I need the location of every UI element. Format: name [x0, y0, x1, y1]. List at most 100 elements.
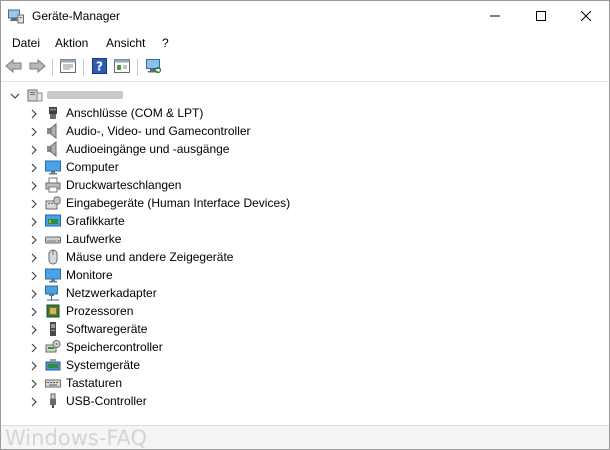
tree-item-label: Druckwarteschlangen: [66, 178, 182, 192]
tree-item-anschlüsse-com-lpt[interactable]: Anschlüsse (COM & LPT): [1, 104, 601, 122]
tree-item-computer[interactable]: Computer: [1, 158, 601, 176]
chevron-right-icon[interactable]: [29, 270, 39, 281]
window-title: Geräte-Manager: [32, 9, 121, 23]
chevron-right-icon[interactable]: [29, 234, 39, 245]
tree-item-label: Speichercontroller: [66, 340, 163, 354]
speaker-icon: [45, 140, 61, 158]
chevron-right-icon[interactable]: [29, 162, 39, 173]
chevron-right-icon[interactable]: [29, 144, 39, 155]
forward-button[interactable]: [27, 57, 47, 77]
chevron-right-icon[interactable]: [29, 342, 39, 353]
back-button[interactable]: [4, 57, 24, 77]
menu-aktion[interactable]: Aktion: [55, 36, 88, 50]
tree-item-monitore[interactable]: Monitore: [1, 266, 601, 284]
tree-root[interactable]: [1, 86, 601, 104]
update-driver-button[interactable]: [112, 57, 132, 77]
maximize-button[interactable]: [518, 1, 564, 32]
scan-hardware-icon: [144, 58, 162, 77]
tree-item-systemgeräte[interactable]: Systemgeräte: [1, 356, 601, 374]
toolbar: ?: [1, 54, 609, 82]
back-arrow-icon: [5, 58, 23, 76]
tree-item-speichercontroller[interactable]: Speichercontroller: [1, 338, 601, 356]
status-bar: Windows-FAQ: [1, 425, 609, 450]
chevron-right-icon[interactable]: [29, 360, 39, 371]
tree-item-laufwerke[interactable]: Laufwerke: [1, 230, 601, 248]
toolbar-separator: [52, 59, 53, 76]
chevron-right-icon[interactable]: [29, 216, 39, 227]
chevron-right-icon[interactable]: [29, 288, 39, 299]
tree-item-audio-video-und-gamecontroller[interactable]: Audio-, Video- und Gamecontroller: [1, 122, 601, 140]
menu-bar: Datei Aktion Ansicht ?: [1, 32, 609, 54]
processor-icon: [45, 303, 61, 319]
monitor-icon: [45, 159, 61, 175]
tree-item-label: Eingabegeräte (Human Interface Devices): [66, 196, 291, 210]
chevron-right-icon[interactable]: [29, 324, 39, 335]
tree-item-label: Anschlüsse (COM & LPT): [66, 106, 204, 120]
tree-item-eingabegeräte-human-interface-devices[interactable]: Eingabegeräte (Human Interface Devices): [1, 194, 601, 212]
title-bar[interactable]: Geräte-Manager: [1, 1, 609, 32]
tree-item-grafikkarte[interactable]: Grafikkarte: [1, 212, 601, 230]
tree-item-label: Computer: [66, 160, 119, 174]
chevron-right-icon[interactable]: [29, 180, 39, 191]
keyboard-icon: [45, 375, 61, 391]
tree-item-tastaturen[interactable]: Tastaturen: [1, 374, 601, 392]
menu-ansicht[interactable]: Ansicht: [106, 36, 145, 50]
tree-item-softwaregeräte[interactable]: Softwaregeräte: [1, 320, 601, 338]
chevron-right-icon[interactable]: [29, 396, 39, 407]
chevron-down-icon[interactable]: [10, 90, 20, 100]
display-adapter-icon: [45, 213, 61, 229]
mouse-icon: [45, 249, 61, 265]
tree-item-label: Grafikkarte: [66, 214, 125, 228]
maximize-icon: [536, 10, 546, 24]
speaker-icon: [45, 122, 61, 140]
chevron-right-icon[interactable]: [29, 306, 39, 317]
tree-item-mäuse-und-andere-zeigegeräte[interactable]: Mäuse und andere Zeigegeräte: [1, 248, 601, 266]
scan-hardware-button[interactable]: [143, 57, 163, 77]
chevron-right-icon[interactable]: [29, 198, 39, 209]
tree-item-label: Softwaregeräte: [66, 322, 148, 336]
svg-text:?: ?: [96, 59, 103, 73]
chevron-right-icon[interactable]: [29, 126, 39, 137]
tree-item-label: Audioeingänge und -ausgänge: [66, 142, 230, 156]
usb-icon: [45, 393, 61, 409]
tree-item-label: Mäuse und andere Zeigegeräte: [66, 250, 234, 264]
software-device-icon: [45, 321, 61, 337]
tree-item-label: Audio-, Video- und Gamecontroller: [66, 124, 251, 138]
properties-button[interactable]: [58, 57, 78, 77]
watermark-text: Windows-FAQ: [5, 426, 147, 450]
device-tree: Anschlüsse (COM & LPT) Audio-, Video- und…: [1, 82, 609, 419]
port-icon: [45, 105, 61, 121]
tree-item-label: Netzwerkadapter: [66, 286, 157, 300]
storage-controller-icon: [45, 339, 61, 355]
help-button[interactable]: ?: [89, 57, 109, 77]
minimize-button[interactable]: [472, 1, 518, 32]
tree-item-label: Monitore: [66, 268, 113, 282]
menu-help[interactable]: ?: [162, 36, 169, 50]
tree-item-usb-controller[interactable]: USB-Controller: [1, 392, 601, 410]
chevron-right-icon[interactable]: [29, 378, 39, 389]
tree-item-druckwarteschlangen[interactable]: Druckwarteschlangen: [1, 176, 601, 194]
close-icon: [580, 10, 592, 24]
forward-arrow-icon: [28, 58, 46, 76]
close-button[interactable]: [563, 1, 609, 32]
toolbar-separator: [137, 59, 138, 76]
tree-item-audioeingänge-und-ausgänge[interactable]: Audioeingänge und -ausgänge: [1, 140, 601, 158]
tree-item-label: Laufwerke: [66, 232, 122, 246]
disk-drive-icon: [45, 231, 61, 247]
device-manager-window: Geräte-Manager Datei Aktion Ansicht ? ? …: [0, 0, 610, 450]
menu-datei[interactable]: Datei: [12, 36, 40, 50]
tree-item-label: USB-Controller: [66, 394, 147, 408]
properties-icon: [60, 58, 76, 76]
computer-tree-icon: [27, 87, 43, 103]
hid-icon: [45, 195, 61, 211]
tree-item-prozessoren[interactable]: Prozessoren: [1, 302, 601, 320]
tree-item-label: Tastaturen: [66, 376, 123, 390]
tree-item-netzwerkadapter[interactable]: Netzwerkadapter: [1, 284, 601, 302]
tree-item-label: Systemgeräte: [66, 358, 141, 372]
update-driver-icon: [114, 58, 130, 76]
network-adapter-icon: [45, 285, 61, 301]
device-manager-app-icon: [8, 9, 24, 24]
help-icon: ?: [91, 57, 107, 77]
chevron-right-icon[interactable]: [29, 252, 39, 263]
chevron-right-icon[interactable]: [29, 108, 39, 119]
